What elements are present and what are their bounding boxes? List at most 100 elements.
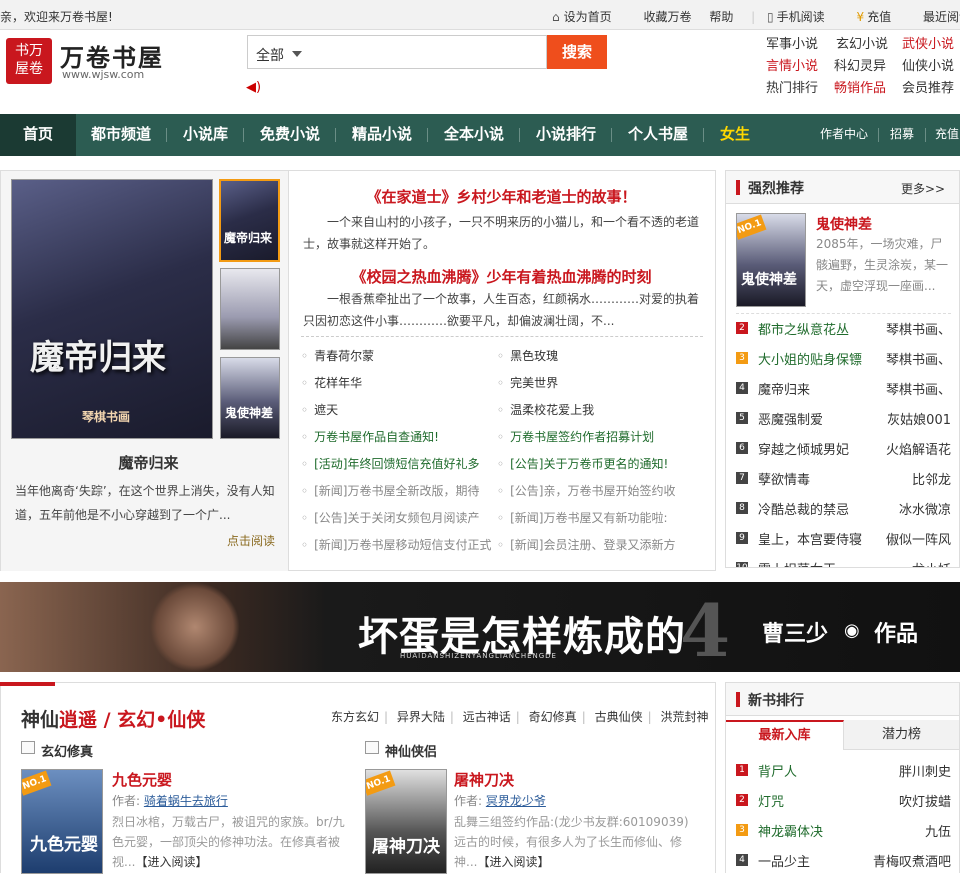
quick-link[interactable]: 言情小说 <box>766 55 818 74</box>
tag-link[interactable]: 东方玄幻 <box>331 710 379 724</box>
rank-row[interactable]: 9 皇上，本宫要侍寝 俶似一阵风 <box>736 527 951 549</box>
read-link[interactable]: 点击阅读 <box>227 532 275 549</box>
nav-item-recruit[interactable]: 招募 <box>890 114 914 156</box>
headline-title[interactable]: 《校园之热血沸腾》少年有着热血沸腾的时刻 <box>299 266 704 287</box>
search-button[interactable]: 搜索 <box>547 35 607 69</box>
enter-reading-link[interactable]: 【进入阅读】 <box>477 855 549 869</box>
news-item[interactable]: ◦ 万卷书屋签约作者招募计划 <box>497 428 687 445</box>
quick-link[interactable]: 玄幻小说 <box>836 33 888 52</box>
nav-item-home[interactable]: 首页 <box>0 114 76 156</box>
book-title[interactable]: 屠神刀决 <box>454 769 514 790</box>
news-item[interactable]: ◦ [新闻]万卷书屋移动短信支付正式上 <box>301 536 491 553</box>
strong-top-title[interactable]: 鬼使神差 <box>816 214 872 234</box>
author-link[interactable]: 冥界龙少爷 <box>486 794 546 808</box>
news-item[interactable]: ◦ [新闻]会员注册、登录又添新方 <box>497 536 687 553</box>
quick-link[interactable]: 畅销作品 <box>834 77 886 96</box>
logo-seal[interactable]: 书万屋卷 <box>6 38 52 84</box>
nav-item-complete[interactable]: 全本小说 <box>444 114 504 156</box>
nav-item-free[interactable]: 免费小说 <box>260 114 320 156</box>
rank-title[interactable]: 灯咒 <box>758 791 784 810</box>
headline-title[interactable]: 《在家道士》乡村少年和老道士的故事！ <box>299 186 704 207</box>
quick-link[interactable]: 仙侠小说 <box>902 55 954 74</box>
tag-link[interactable]: 洪荒封神 <box>660 710 708 724</box>
rank-row[interactable]: 5 恶魔强制爱 灰姑娘001 <box>736 407 951 429</box>
book-cover[interactable]: NO.1 屠神刀决 <box>365 769 447 874</box>
rank-title[interactable]: 冷酷总裁的禁忌 <box>758 499 849 518</box>
speaker-icon[interactable]: ◀) <box>246 80 262 95</box>
rank-row[interactable]: 8 冷酷总裁的禁忌 冰水微凉 <box>736 497 951 519</box>
rank-author[interactable]: 琴棋书画、 <box>886 319 951 338</box>
quick-link[interactable]: 科幻灵异 <box>834 55 886 74</box>
search-category-select[interactable]: 全部 <box>256 45 284 65</box>
news-item[interactable]: ◦ [公告]关于关闭女频包月阅读产 <box>301 509 491 526</box>
rank-row[interactable]: 1 背尸人 胖川刺史 <box>736 759 951 781</box>
author-link[interactable]: 骑着蜗牛去旅行 <box>144 794 228 808</box>
tag-link[interactable]: 异界大陆 <box>397 710 445 724</box>
nav-item-ranking[interactable]: 小说排行 <box>536 114 596 156</box>
rank-author[interactable]: 俶似一阵风 <box>886 529 951 548</box>
quick-link[interactable]: 会员推荐 <box>902 77 954 96</box>
news-item[interactable]: ◦ [新闻]万卷书屋又有新功能啦: <box>497 509 687 526</box>
rank-title[interactable]: 魔帝归来 <box>758 379 810 398</box>
news-item[interactable]: ◦ 遮天 <box>301 401 491 418</box>
rank-title[interactable]: 霸上坦荡女王 <box>758 559 836 567</box>
rank-title[interactable]: 都市之纵意花丛 <box>758 319 849 338</box>
recent-reading-dropdown[interactable]: 最近阅读▼ <box>923 8 960 25</box>
quick-link[interactable]: 武侠小说 <box>902 33 954 52</box>
rank-author[interactable]: 吹灯拔蜡 <box>899 791 951 810</box>
mobile-link[interactable]: ▯ 手机阅读 <box>767 8 839 25</box>
nav-item-female[interactable]: 女生 <box>720 114 750 156</box>
nav-item-library[interactable]: 小说库 <box>183 114 228 156</box>
rank-row[interactable]: 7 孽欲情毒 比邻龙 <box>736 467 951 489</box>
rank-title[interactable]: 孽欲情毒 <box>758 469 810 488</box>
chevron-down-icon[interactable] <box>292 51 302 57</box>
rank-row[interactable]: 3 神龙霸体决 九伍 <box>736 819 951 841</box>
rank-author[interactable]: 冰水微凉 <box>899 499 951 518</box>
rank-author[interactable]: 比邻龙 <box>912 469 951 488</box>
nav-item-city[interactable]: 都市频道 <box>91 114 151 156</box>
tab-newest[interactable]: 最新入库 <box>726 720 844 750</box>
tag-link[interactable]: 远古神话 <box>463 710 511 724</box>
book-title[interactable]: 九色元婴 <box>112 769 172 790</box>
bookmark-link[interactable]: 收藏万卷 <box>643 8 691 25</box>
news-item[interactable]: ◦ [公告]关于万卷币更名的通知! <box>497 455 687 472</box>
rank-row[interactable]: 2 灯咒 吹灯拔蜡 <box>736 789 951 811</box>
tag-link[interactable]: 奇幻修真 <box>529 710 577 724</box>
featured-thumb[interactable] <box>220 268 280 350</box>
rank-row[interactable]: 4 一品少主 青梅叹煮酒吧 <box>736 849 951 871</box>
rank-author[interactable]: 琴棋书画、 <box>886 379 951 398</box>
featured-thumb[interactable]: 魔帝归来 <box>219 179 280 262</box>
recharge-link[interactable]: ¥ 充值 <box>856 8 905 25</box>
rank-author[interactable]: 九伍 <box>925 821 951 840</box>
rank-row[interactable]: 3 大小姐的贴身保镖 琴棋书画、 <box>736 347 951 369</box>
featured-cover[interactable]: 魔帝归来 琴棋书画 <box>11 179 213 439</box>
quick-link[interactable]: 热门排行 <box>766 77 818 96</box>
strong-top-cover[interactable]: NO.1 鬼使神差 <box>736 213 806 307</box>
rank-author[interactable]: 龙小妖 <box>912 559 951 567</box>
quick-link[interactable]: 军事小说 <box>766 33 818 52</box>
nav-item-personal[interactable]: 个人书屋 <box>628 114 688 156</box>
tag-link[interactable]: 古典仙侠 <box>595 710 643 724</box>
rank-author[interactable]: 琴棋书画、 <box>886 349 951 368</box>
news-item[interactable]: ◦ [活动]年终回馈短信充值好礼多 <box>301 455 491 472</box>
rank-row[interactable]: 10 霸上坦荡女王 龙小妖 <box>736 557 951 567</box>
news-item[interactable]: ◦ 黑色玫瑰 <box>497 347 687 364</box>
rank-title[interactable]: 背尸人 <box>758 761 797 780</box>
rank-title[interactable]: 一品少主 <box>758 851 810 870</box>
rank-title[interactable]: 神龙霸体决 <box>758 821 823 840</box>
tab-potential[interactable]: 潜力榜 <box>844 720 959 750</box>
rank-author[interactable]: 火焰解语花 <box>886 439 951 458</box>
nav-item-premium[interactable]: 精品小说 <box>352 114 412 156</box>
nav-item-recharge[interactable]: 充值 <box>935 114 959 156</box>
rank-title[interactable]: 大小姐的贴身保镖 <box>758 349 862 368</box>
rank-title[interactable]: 皇上，本宫要侍寝 <box>758 529 862 548</box>
rank-author[interactable]: 胖川刺史 <box>899 761 951 780</box>
news-item[interactable]: ◦ 青春荷尔蒙 <box>301 347 491 364</box>
enter-reading-link[interactable]: 【进入阅读】 <box>135 855 207 869</box>
rank-title[interactable]: 恶魔强制爱 <box>758 409 823 428</box>
rank-row[interactable]: 2 都市之纵意花丛 琴棋书画、 <box>736 317 951 339</box>
news-item[interactable]: ◦ 完美世界 <box>497 374 687 391</box>
book-cover[interactable]: NO.1 九色元婴 <box>21 769 103 874</box>
rank-author[interactable]: 灰姑娘001 <box>887 409 951 428</box>
featured-title[interactable]: 魔帝归来 <box>11 452 286 473</box>
